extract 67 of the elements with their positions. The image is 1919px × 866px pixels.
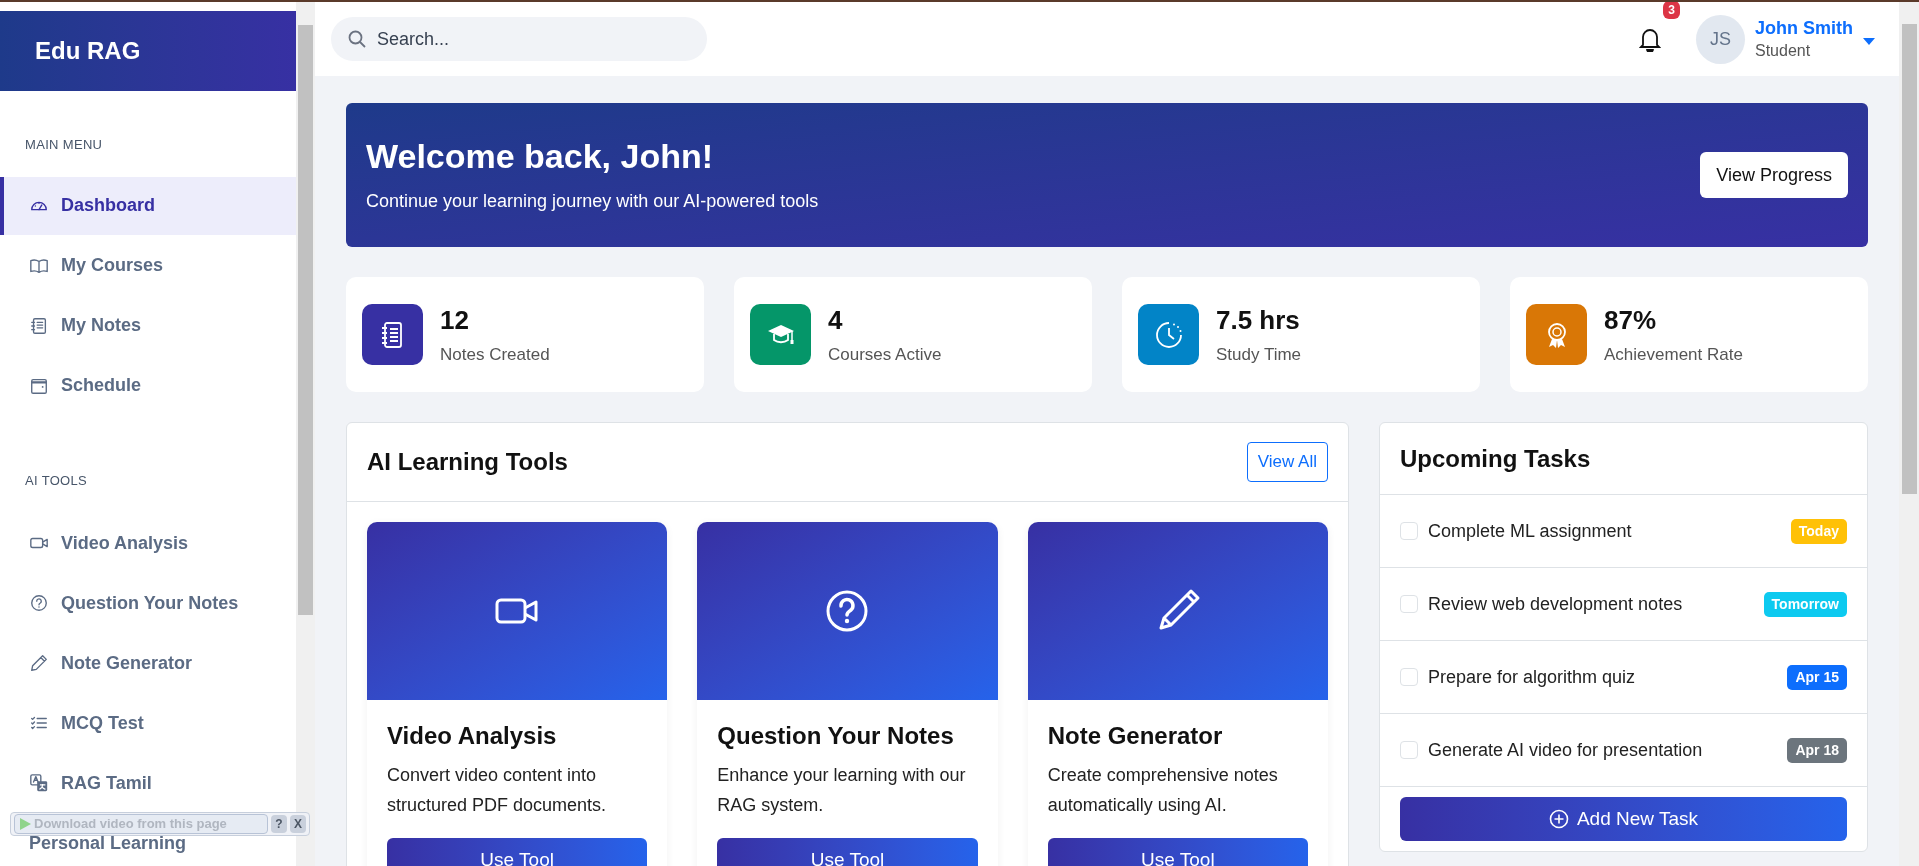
tool-description: Create comprehensive notes automatically using AI. <box>1047 764 1279 817</box>
caret-icon <box>1863 37 1875 45</box>
use-tool-button[interactable]: Use Tool <box>717 838 978 866</box>
stat-value: 7.5 hrs <box>1216 304 1301 338</box>
pencil-icon <box>29 653 49 673</box>
use-tool-button[interactable]: Use Tool <box>387 838 648 866</box>
panel-title: AI Learning Tools <box>367 447 568 477</box>
notification-badge: 3 <box>1663 2 1680 19</box>
nav-item[interactable]: My Notes <box>0 296 296 355</box>
notebook-icon <box>29 315 49 336</box>
user-menu[interactable]: JS John Smith Student <box>1696 14 1875 64</box>
nav-item[interactable]: My Courses <box>0 236 296 295</box>
task-checkbox[interactable] <box>1400 741 1418 759</box>
close-button[interactable]: X <box>290 815 306 833</box>
tool-title: Question Your Notes <box>717 721 955 751</box>
nav-item[interactable]: Note Generator <box>0 634 296 692</box>
nav-item[interactable]: Dashboard <box>0 176 296 235</box>
tool-title: Note Generator <box>1047 721 1224 751</box>
task-text: Complete ML assignment <box>1428 519 1633 543</box>
task-checkbox[interactable] <box>1400 595 1418 613</box>
use-tool-button[interactable]: Use Tool <box>1047 838 1308 866</box>
question-circle-icon <box>29 593 49 613</box>
play-icon <box>19 818 31 830</box>
sidebar-scrollbar[interactable] <box>296 2 315 866</box>
translate-icon <box>29 773 49 793</box>
stat-value: 4 <box>828 304 844 338</box>
due-badge: Apr 18 <box>1787 737 1847 763</box>
bell-icon <box>1639 26 1661 52</box>
task-text: Prepare for algorithm quiz <box>1428 665 1637 689</box>
page-scrollbar[interactable] <box>1899 2 1919 866</box>
task-text: Generate AI video for presentation <box>1428 738 1704 762</box>
stat-value: 87% <box>1604 304 1658 338</box>
welcome-subtitle: Continue your learning journey with our AI-powered tools <box>366 189 820 213</box>
user-avatar: JS <box>1696 14 1745 64</box>
stat-label: Achievement Rate <box>1604 344 1743 367</box>
plus-circle-icon <box>1548 809 1569 829</box>
nav-item[interactable]: Schedule <box>0 356 296 415</box>
tool-description: Convert video content into structured PDF documents. <box>387 764 608 817</box>
view-progress-button[interactable]: View Progress <box>1700 152 1848 198</box>
tool-title: Video Analysis <box>387 721 558 751</box>
user-name: John Smith <box>1755 17 1853 40</box>
section-heading: MAIN MENU <box>24 136 104 154</box>
panel-title: Upcoming Tasks <box>1400 443 1591 474</box>
stat-label: Courses Active <box>828 344 942 367</box>
user-role: Student <box>1755 41 1812 61</box>
tool-description: Enhance your learning with our RAG system. <box>717 764 967 817</box>
due-badge: Apr 15 <box>1787 664 1847 690</box>
task-text: Review web development notes <box>1428 592 1684 616</box>
nav-item[interactable]: Question Your Notes <box>0 574 296 632</box>
add-task-button[interactable]: Add New Task <box>1400 797 1847 841</box>
task-checkbox[interactable] <box>1400 522 1418 540</box>
nav-item[interactable]: Video Analysis <box>0 514 296 572</box>
stat-label: Study Time <box>1216 344 1302 367</box>
help-button[interactable]: ? <box>271 815 287 833</box>
welcome-title: Welcome back, John! <box>366 135 715 176</box>
task-checkbox[interactable] <box>1400 668 1418 686</box>
view-all-button[interactable]: View All <box>1246 442 1328 482</box>
search-icon <box>347 29 367 49</box>
stat-label: Notes Created <box>440 344 550 367</box>
nav-item[interactable]: RAG Tamil <box>0 754 296 812</box>
search-field[interactable]: Search... <box>331 17 707 61</box>
due-badge: Tomorrow <box>1763 591 1847 617</box>
nav-item[interactable]: MCQ Test <box>0 694 296 752</box>
brand-logo[interactable]: Edu RAG <box>35 33 141 69</box>
stat-value: 12 <box>440 304 470 338</box>
due-badge: Today <box>1790 518 1847 544</box>
section-heading: AI TOOLS <box>24 471 89 490</box>
